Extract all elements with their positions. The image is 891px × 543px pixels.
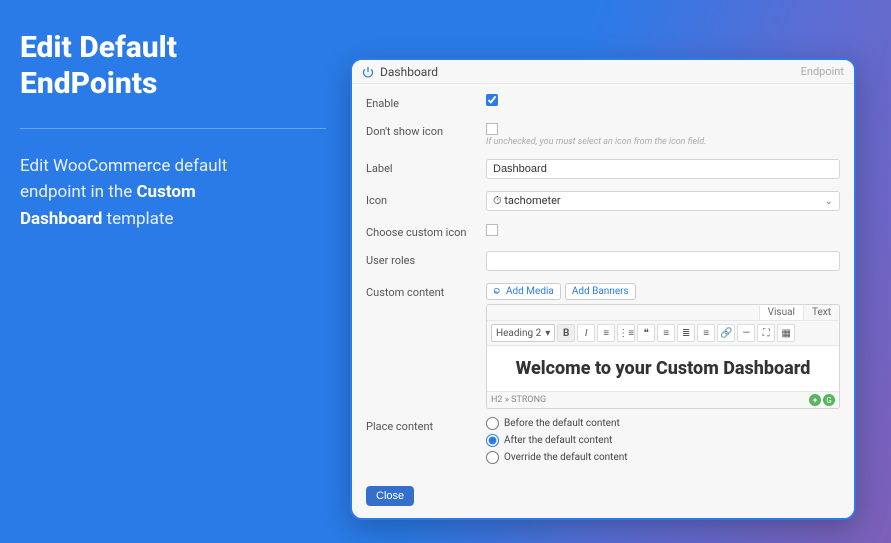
place-before-radio[interactable] [486,417,499,430]
italic-button[interactable]: I [577,324,595,342]
place-after-option[interactable]: After the default content [486,434,840,447]
user-roles-label: User roles [366,251,486,271]
editor-tabs: Visual Text [487,305,839,321]
dialog-header: Dashboard Endpoint [352,60,854,84]
dont-show-icon-label: Don't show icon [366,122,486,147]
divider [20,128,326,129]
editor-path: H2 » STRONG [491,395,546,405]
caret-down-icon: ▾ [545,328,550,339]
label-label: Label [366,159,486,179]
align-right-button[interactable]: ≡ [697,324,715,342]
editor-badges: ✦ G [809,394,835,406]
quote-button[interactable]: ❝ [637,324,655,342]
field-dont-show-icon: Don't show icon If unchecked, you must s… [366,122,840,147]
field-label: Label [366,159,840,179]
enable-label: Enable [366,94,486,110]
chevron-down-icon: ⌄ [825,196,833,207]
media-buttons-row: Add Media Add Banners [486,283,840,300]
editor: Visual Text Heading 2 ▾ B I ≡ ⋮≡ ❝ ≡ ≣ ≡… [486,304,840,409]
place-override-option[interactable]: Override the default content [486,451,840,464]
link-button[interactable]: 🔗 [717,324,735,342]
dialog-body: Enable Don't show icon If unchecked, you… [352,84,854,478]
user-roles-input[interactable] [486,251,840,271]
title-line2: EndPoints [20,66,157,101]
more-button[interactable]: — [737,324,755,342]
page-title: Edit Default EndPoints [20,30,326,102]
ul-button[interactable]: ≡ [597,324,615,342]
editor-toolbar: Heading 2 ▾ B I ≡ ⋮≡ ❝ ≡ ≣ ≡ 🔗 — ⛶ ▦ [487,321,839,346]
dialog-type-label: Endpoint [801,65,844,78]
editor-content[interactable]: Welcome to your Custom Dashboard [487,346,839,391]
enable-checkbox[interactable] [486,94,498,106]
align-left-button[interactable]: ≡ [657,324,675,342]
badge-icon-1[interactable]: ✦ [809,394,821,406]
align-center-button[interactable]: ≣ [677,324,695,342]
endpoint-dialog: Dashboard Endpoint Enable Don't show ico… [350,58,856,520]
field-custom-content: Custom content Add Media Add Banners Vis… [366,283,840,409]
icon-label: Icon [366,191,486,211]
place-override-radio[interactable] [486,451,499,464]
add-banners-button[interactable]: Add Banners [565,283,636,300]
add-media-button[interactable]: Add Media [486,283,561,300]
icon-select[interactable]: ⏱ tachometer ⌄ [486,191,840,211]
icon-value: tachometer [504,194,560,207]
field-choose-custom-icon: Choose custom icon [366,223,840,239]
choose-custom-icon-label: Choose custom icon [366,223,486,239]
editor-footer: H2 » STRONG ✦ G [487,391,839,408]
dont-show-icon-checkbox[interactable] [486,123,498,135]
toolbar-toggle-button[interactable]: ▦ [777,324,795,342]
close-button[interactable]: Close [366,486,414,506]
dialog-title: Dashboard [380,65,801,79]
label-input[interactable] [486,159,840,179]
place-content-label: Place content [366,417,486,468]
dont-show-icon-hint: If unchecked, you must select an icon fr… [486,137,840,147]
fullscreen-button[interactable]: ⛶ [757,324,775,342]
left-panel: Edit Default EndPoints Edit WooCommerce … [0,0,340,543]
field-icon: Icon ⏱ tachometer ⌄ [366,191,840,211]
visual-tab[interactable]: Visual [759,305,803,320]
field-place-content: Place content Before the default content… [366,417,840,468]
custom-content-label: Custom content [366,283,486,409]
tachometer-icon: ⏱ [493,194,502,207]
media-icon [493,287,503,297]
format-select[interactable]: Heading 2 ▾ [491,324,555,342]
page-description: Edit WooCommerce default endpoint in the… [20,153,326,232]
place-after-radio[interactable] [486,434,499,447]
place-before-option[interactable]: Before the default content [486,417,840,430]
badge-icon-2[interactable]: G [823,394,835,406]
field-user-roles: User roles [366,251,840,271]
title-line1: Edit Default [20,30,177,65]
power-icon [362,66,374,78]
dialog-footer: Close [352,478,854,518]
text-tab[interactable]: Text [803,305,839,320]
ol-button[interactable]: ⋮≡ [617,324,635,342]
field-enable: Enable [366,94,840,110]
bold-button[interactable]: B [557,324,575,342]
choose-custom-icon-checkbox[interactable] [486,224,498,236]
